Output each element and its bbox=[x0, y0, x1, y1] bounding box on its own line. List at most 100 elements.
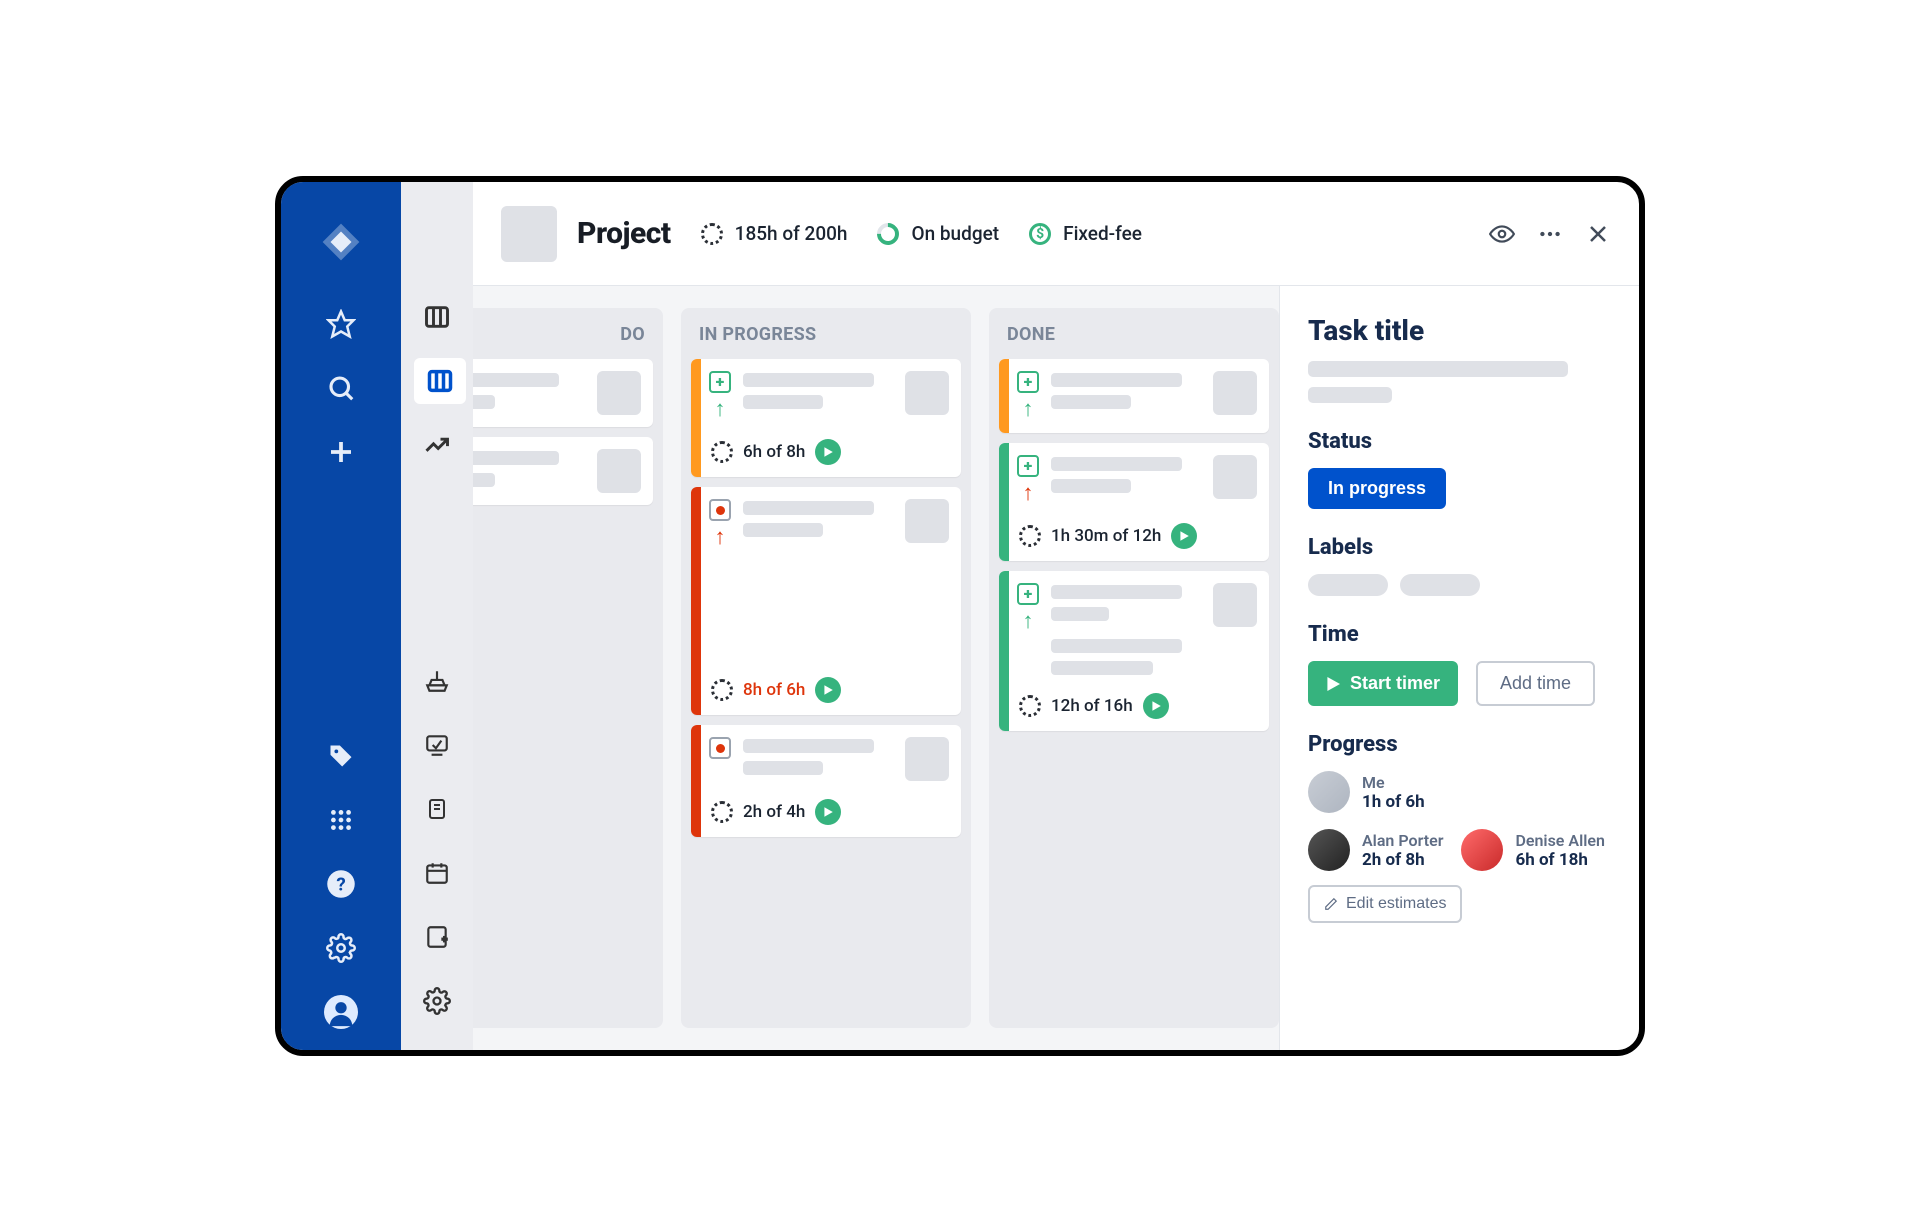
avatar[interactable] bbox=[1308, 829, 1350, 871]
play-icon[interactable] bbox=[815, 439, 841, 465]
add-subtask-icon[interactable]: + bbox=[1017, 371, 1039, 393]
section-time-title: Time bbox=[1308, 622, 1611, 647]
time-label: 6h of 8h bbox=[743, 442, 805, 462]
add-time-button[interactable]: Add time bbox=[1476, 661, 1595, 706]
start-timer-button[interactable]: Start timer bbox=[1308, 661, 1458, 706]
project-settings-icon[interactable] bbox=[414, 978, 460, 1024]
edit-estimates-button[interactable]: Edit estimates bbox=[1308, 885, 1462, 923]
status-button[interactable]: In progress bbox=[1308, 468, 1446, 509]
hours-icon bbox=[701, 223, 723, 245]
task-card[interactable]: + ↑ 6h of 8h bbox=[691, 359, 961, 477]
task-card[interactable]: 2h of 4h bbox=[691, 725, 961, 837]
more-icon[interactable] bbox=[1537, 221, 1563, 247]
column-title: DONE bbox=[999, 318, 1269, 359]
hours-stat[interactable]: 185h of 200h bbox=[699, 221, 848, 247]
person-name: Me bbox=[1362, 773, 1425, 792]
card-thumbnail bbox=[1213, 583, 1257, 627]
app-window: ? bbox=[275, 176, 1645, 1056]
page-icon[interactable] bbox=[414, 786, 460, 832]
svg-text:?: ? bbox=[336, 873, 345, 895]
search-icon[interactable] bbox=[315, 362, 367, 414]
card-thumbnail bbox=[1213, 455, 1257, 499]
fee-stat[interactable]: $ Fixed-fee bbox=[1027, 221, 1142, 247]
project-avatar[interactable] bbox=[501, 206, 557, 262]
time-icon bbox=[1019, 695, 1041, 717]
local-nav bbox=[401, 182, 473, 1050]
person-name: Denise Allen bbox=[1515, 831, 1604, 850]
content: Project 185h of 200h On budget $ Fixed-f… bbox=[473, 182, 1639, 1050]
label-chip[interactable] bbox=[1400, 574, 1480, 596]
header-actions bbox=[1489, 221, 1611, 247]
settings-icon[interactable] bbox=[315, 922, 367, 974]
task-card[interactable] bbox=[473, 359, 653, 427]
add-subtask-icon[interactable]: + bbox=[1017, 583, 1039, 605]
add-icon[interactable] bbox=[315, 426, 367, 478]
priority-stripe bbox=[691, 359, 701, 477]
avatar[interactable] bbox=[1308, 771, 1350, 813]
column-done: DONE + ↑ bbox=[989, 308, 1279, 1028]
project-title: Project bbox=[577, 216, 671, 251]
add-subtask-icon[interactable]: + bbox=[1017, 455, 1039, 477]
avatar[interactable] bbox=[1461, 829, 1503, 871]
column-todo: DO bbox=[473, 308, 663, 1028]
time-label: 12h of 16h bbox=[1051, 696, 1133, 716]
priority-up-icon: ↑ bbox=[1023, 611, 1034, 633]
apps-icon[interactable] bbox=[315, 794, 367, 846]
budget-stat[interactable]: On budget bbox=[875, 221, 999, 247]
status-dot-icon[interactable] bbox=[709, 737, 731, 759]
placeholder-line bbox=[1308, 387, 1392, 403]
progress-row-me: Me 1h of 6h bbox=[1308, 771, 1611, 813]
task-card[interactable]: ↑ 8h of 6h bbox=[691, 487, 961, 715]
product-logo[interactable] bbox=[315, 216, 367, 268]
play-icon[interactable] bbox=[1171, 523, 1197, 549]
close-icon[interactable] bbox=[1585, 221, 1611, 247]
view-list-icon[interactable] bbox=[414, 294, 460, 340]
profile-avatar[interactable] bbox=[315, 986, 367, 1038]
priority-up-icon: ↑ bbox=[1023, 399, 1034, 421]
priority-stripe bbox=[999, 359, 1009, 433]
task-card[interactable]: + ↑ 12h of 16h bbox=[999, 571, 1269, 731]
progress-row-alan: Alan Porter 2h of 8h bbox=[1308, 829, 1443, 871]
new-file-icon[interactable] bbox=[414, 914, 460, 960]
ship-icon[interactable] bbox=[414, 658, 460, 704]
card-thumbnail bbox=[905, 371, 949, 415]
watch-icon[interactable] bbox=[1489, 221, 1515, 247]
view-board-icon[interactable] bbox=[414, 358, 466, 404]
column-title: IN PROGRESS bbox=[691, 318, 961, 359]
star-icon[interactable] bbox=[315, 298, 367, 350]
calendar-icon[interactable] bbox=[414, 850, 460, 896]
play-icon[interactable] bbox=[815, 799, 841, 825]
status-dot-icon[interactable] bbox=[709, 499, 731, 521]
body: DO bbox=[473, 286, 1639, 1050]
card-thumbnail bbox=[597, 449, 641, 493]
card-thumbnail bbox=[597, 371, 641, 415]
help-icon[interactable]: ? bbox=[315, 858, 367, 910]
task-card[interactable] bbox=[473, 437, 653, 505]
time-icon bbox=[711, 801, 733, 823]
board: DO bbox=[473, 286, 1279, 1050]
view-reports-icon[interactable] bbox=[414, 422, 460, 468]
person-time: 1h of 6h bbox=[1362, 792, 1425, 812]
monitor-icon[interactable] bbox=[414, 722, 460, 768]
label-chip[interactable] bbox=[1308, 574, 1388, 596]
section-progress-title: Progress bbox=[1308, 732, 1611, 757]
time-icon bbox=[711, 441, 733, 463]
priority-stripe bbox=[999, 443, 1009, 561]
column-title: DO bbox=[473, 318, 653, 359]
tag-icon[interactable] bbox=[315, 730, 367, 782]
person-time: 6h of 18h bbox=[1515, 850, 1604, 870]
add-subtask-icon[interactable]: + bbox=[709, 371, 731, 393]
play-icon[interactable] bbox=[1143, 693, 1169, 719]
card-thumbnail bbox=[905, 737, 949, 781]
task-card[interactable]: + ↑ bbox=[999, 359, 1269, 433]
priority-up-icon: ↑ bbox=[715, 399, 726, 421]
card-thumbnail bbox=[905, 499, 949, 543]
task-title: Task title bbox=[1308, 314, 1611, 347]
person-name: Alan Porter bbox=[1362, 831, 1443, 850]
section-status-title: Status bbox=[1308, 429, 1611, 454]
global-nav: ? bbox=[281, 182, 401, 1050]
task-card[interactable]: + ↑ 1h 30m of 12h bbox=[999, 443, 1269, 561]
progress-row-denise: Denise Allen 6h of 18h bbox=[1461, 829, 1604, 871]
play-icon[interactable] bbox=[815, 677, 841, 703]
person-time: 2h of 8h bbox=[1362, 850, 1443, 870]
